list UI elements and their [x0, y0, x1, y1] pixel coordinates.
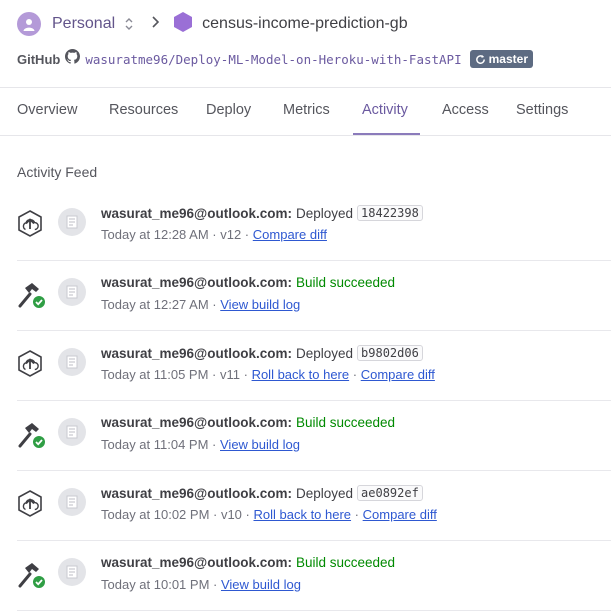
activity-time: Today at 11:05 PM · v11 · [101, 367, 248, 382]
activity-item: wasurat_me96@outlook.com: Deployed b9802d0… [0, 331, 611, 401]
tab-overview[interactable]: Overview [17, 102, 77, 118]
roll-back-link[interactable]: Roll back to here [253, 507, 351, 522]
breadcrumb: Personal census-income-prediction-gb [17, 11, 408, 37]
repo-link[interactable]: wasuratme96/Deploy-ML-Model-on-Heroku-wi… [85, 52, 461, 67]
compare-diff-link[interactable]: Compare diff [361, 367, 435, 382]
app-hexagon-icon [173, 11, 193, 38]
app-header: Personal census-income-prediction-gb Git… [0, 0, 611, 87]
activity-feed-title: Activity Feed [17, 164, 98, 180]
user-email: wasurat_me96@outlook.com: [101, 555, 292, 570]
compare-diff-link[interactable]: Compare diff [253, 227, 327, 242]
branch-name: master [488, 52, 528, 66]
activity-time: Today at 10:01 PM · [101, 577, 218, 592]
activity-item: wasurat_me96@outlook.com: Build succeeded… [0, 401, 611, 471]
activity-item: wasurat_me96@outlook.com: Build succeeded… [0, 261, 611, 331]
user-avatar-icon [58, 488, 86, 516]
build-icon [17, 420, 45, 448]
deploy-icon [17, 210, 45, 238]
activity-time: Today at 12:28 AM · v12 · [101, 227, 250, 242]
user-email: wasurat_me96@outlook.com: [101, 345, 292, 361]
deploy-action: Deployed [295, 485, 354, 501]
user-avatar-icon [58, 558, 86, 586]
user-avatar-icon [58, 418, 86, 446]
activity-item: wasurat_me96@outlook.com: Build succeeded… [0, 541, 611, 611]
source-label: GitHub [17, 51, 61, 67]
deploy-action: Deployed [295, 345, 354, 361]
deploy-icon [17, 490, 45, 518]
user-email: wasurat_me96@outlook.com: [101, 485, 292, 501]
commit-sha: ae0892ef [357, 485, 423, 501]
deploy-icon [17, 350, 45, 378]
sync-icon [475, 54, 485, 64]
activity-time: Today at 10:02 PM · v10 · [101, 507, 250, 522]
account-avatar-icon[interactable] [17, 12, 41, 36]
user-avatar-icon [58, 208, 86, 236]
compare-diff-link[interactable]: Compare diff [363, 507, 437, 522]
tab-resources[interactable]: Resources [109, 102, 178, 118]
build-status: Build succeeded [295, 555, 396, 570]
view-build-log-link[interactable]: View build log [221, 577, 301, 592]
activity-item: wasurat_me96@outlook.com: Deployed ae0892e… [0, 471, 611, 541]
tab-access[interactable]: Access [442, 102, 489, 118]
updown-chevron-icon[interactable] [125, 18, 133, 30]
link-separator: · [354, 507, 360, 522]
build-icon [17, 560, 45, 588]
link-separator: · [352, 367, 358, 382]
view-build-log-link[interactable]: View build log [220, 437, 300, 452]
activity-time: Today at 12:27 AM · [101, 297, 217, 312]
app-name[interactable]: census-income-prediction-gb [202, 15, 407, 33]
roll-back-link[interactable]: Roll back to here [252, 367, 350, 382]
commit-sha: b9802d06 [357, 345, 423, 361]
build-icon [17, 280, 45, 308]
build-status: Build succeeded [295, 415, 396, 430]
tab-deploy[interactable]: Deploy [206, 102, 251, 118]
tab-activity[interactable]: Activity [362, 102, 408, 118]
activity-item: wasurat_me96@outlook.com: Deployed 1842239… [0, 191, 611, 261]
tab-settings[interactable]: Settings [516, 102, 568, 118]
activity-time: Today at 11:04 PM · [101, 437, 217, 452]
app-tabs: Overview Resources Deploy Metrics Activi… [0, 87, 611, 136]
connected-repo: GitHub wasuratme96/Deploy-ML-Model-on-He… [17, 49, 533, 69]
active-tab-indicator [353, 133, 420, 135]
github-icon [65, 49, 81, 69]
chevron-right-icon [151, 15, 160, 33]
deploy-action: Deployed [295, 205, 354, 221]
user-email: wasurat_me96@outlook.com: [101, 205, 292, 221]
view-build-log-link[interactable]: View build log [220, 297, 300, 312]
account-switcher[interactable]: Personal [52, 15, 115, 33]
commit-sha: 18422398 [357, 205, 423, 221]
user-email: wasurat_me96@outlook.com: [101, 275, 292, 290]
user-avatar-icon [58, 278, 86, 306]
user-avatar-icon [58, 348, 86, 376]
branch-badge[interactable]: master [469, 50, 533, 68]
tab-metrics[interactable]: Metrics [283, 102, 330, 118]
build-status: Build succeeded [295, 275, 396, 290]
user-email: wasurat_me96@outlook.com: [101, 415, 292, 430]
